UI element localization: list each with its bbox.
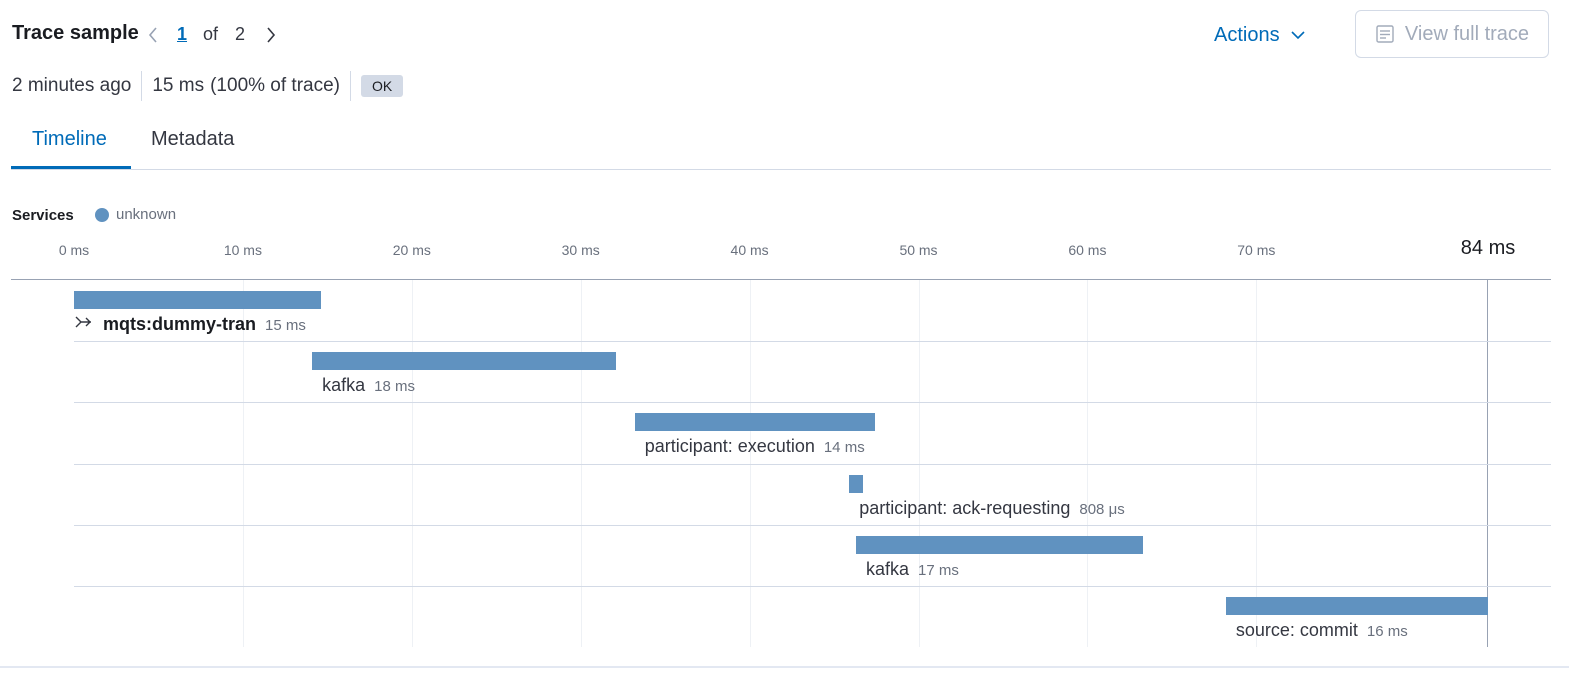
trace-percent: (100% of trace): [210, 75, 341, 96]
span-bar[interactable]: [1225, 597, 1488, 615]
axis-tick-label: 50 ms: [899, 242, 938, 258]
active-tab-indicator: [11, 166, 131, 169]
span-duration: 15 ms: [265, 317, 306, 334]
separator: [141, 71, 143, 101]
span-label[interactable]: participant: execution 14 ms: [645, 436, 865, 457]
legend-color-dot: [95, 208, 109, 222]
tab-timeline[interactable]: Timeline: [32, 128, 107, 151]
transaction-label[interactable]: mqts:dummy-tran 15 ms: [74, 314, 306, 335]
timestamp-ago: 2 minutes ago: [12, 75, 132, 96]
row-divider: [74, 463, 1551, 465]
row-divider: [74, 402, 1551, 404]
span-duration: 17 ms: [918, 561, 959, 579]
document-icon: [1376, 25, 1394, 43]
status-badge: OK: [361, 75, 404, 97]
axis-tick-label: 60 ms: [1068, 242, 1107, 258]
span-bar[interactable]: [849, 474, 863, 493]
span-duration: 14 ms: [823, 439, 865, 457]
axis-tick-label: 10 ms: [223, 242, 262, 258]
panel-bottom-border: [0, 666, 1569, 668]
actions-button[interactable]: Actions: [1214, 22, 1306, 48]
view-full-trace-button[interactable]: View full trace: [1355, 10, 1549, 58]
row-divider: [74, 341, 1551, 343]
pager-total: 2: [235, 24, 246, 44]
separator: [350, 71, 352, 101]
span-bar[interactable]: [856, 535, 1144, 554]
actions-label: Actions: [1214, 23, 1280, 46]
chevron-left-icon: [148, 27, 157, 43]
axis-tick-label: 0 ms: [58, 242, 90, 258]
row-divider: [74, 524, 1551, 526]
page-title: Trace sample: [12, 22, 139, 44]
span-label[interactable]: kafka 17 ms: [866, 559, 959, 580]
span-label[interactable]: source: commit 16 ms: [1236, 620, 1408, 641]
trace-duration: 15 ms: [152, 75, 205, 96]
axis-tick-label: 20 ms: [392, 242, 431, 258]
current-page-link[interactable]: 1: [177, 24, 187, 45]
trace-summary: 2 minutes ago 15 ms (100% of trace) OK: [12, 71, 404, 101]
chevron-right-icon: [267, 27, 276, 43]
chevron-down-icon: [1291, 31, 1305, 40]
row-divider: [74, 586, 1551, 587]
axis-tick-label: 30 ms: [561, 242, 600, 258]
services-legend-title: Services: [12, 207, 74, 224]
span-bar[interactable]: [634, 413, 875, 432]
axis-max-label: 84 ms: [1460, 237, 1516, 259]
merge-icon: [74, 314, 94, 335]
span-duration: 16 ms: [1366, 623, 1408, 640]
span-name: source: commit: [1235, 620, 1358, 640]
tab-metadata[interactable]: Metadata: [151, 128, 234, 151]
span-name: participant: execution: [644, 436, 815, 457]
pager-of-text: of: [203, 24, 219, 44]
span-label[interactable]: participant: ack-requesting 808 μs: [859, 498, 1124, 519]
previous-page-button[interactable]: [146, 24, 160, 46]
axis-tick-label: 40 ms: [730, 242, 769, 258]
next-page-button[interactable]: [264, 24, 278, 46]
span-label[interactable]: kafka 18 ms: [322, 375, 415, 396]
span-name: kafka: [322, 375, 366, 396]
span-duration: 18 ms: [374, 378, 416, 396]
axis-tick-label: 70 ms: [1237, 242, 1276, 258]
span-bar[interactable]: [312, 352, 617, 371]
span-name: kafka: [866, 558, 910, 579]
timeline-axis-line: [11, 279, 1551, 280]
tab-bar: Timeline Metadata: [11, 118, 1551, 170]
legend-item-unknown: unknown: [116, 206, 177, 223]
span-duration: 808 μs: [1079, 500, 1125, 518]
span-name: mqts:dummy-tran: [103, 314, 257, 334]
view-full-trace-label: View full trace: [1404, 22, 1530, 45]
span-bar[interactable]: [74, 291, 321, 309]
span-name: participant: ack-requesting: [859, 497, 1071, 518]
